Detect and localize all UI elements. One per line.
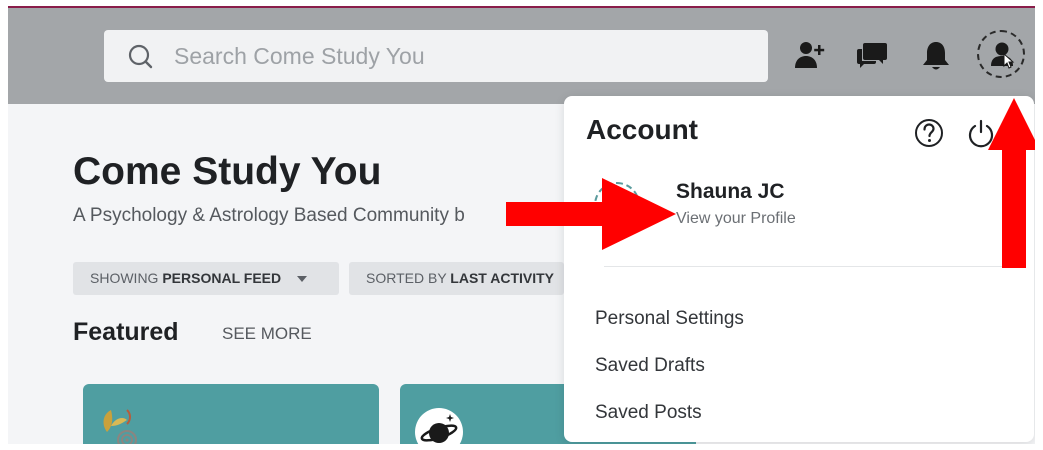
bell-icon[interactable] [918,38,954,74]
planet-icon [415,408,463,444]
menu-item-saved-posts[interactable]: Saved Posts [595,402,702,424]
app-window: Search Come Study You Come Study You A P… [8,6,1035,444]
feed-filter-prefix: SHOWING [90,270,159,286]
see-more-link[interactable]: SEE MORE [222,324,312,344]
featured-heading: Featured [73,318,179,346]
chat-icon[interactable] [854,38,890,74]
feed-filter-value: PERSONAL FEED [162,270,282,286]
leaf-spiral-logo-icon [103,409,137,444]
community-title: Come Study You [73,150,382,193]
menu-divider [604,266,1014,267]
account-menu-title: Account [586,114,698,145]
help-icon[interactable] [914,118,944,148]
annotation-arrow-right-icon [506,178,676,250]
search-bar[interactable]: Search Come Study You [104,30,768,82]
search-icon [128,44,153,69]
view-profile-link[interactable]: View your Profile [676,210,796,228]
feed-filter-dropdown[interactable]: SHOWING PERSONAL FEED [73,262,339,295]
featured-card[interactable] [83,384,379,444]
profile-name[interactable]: Shauna JC [676,180,785,204]
account-dropdown-menu: Account Shauna JC View your Profile Pers… [564,96,1034,442]
sort-value: LAST ACTIVITY [450,270,554,286]
sort-prefix: SORTED BY [366,270,447,286]
sort-dropdown[interactable]: SORTED BY LAST ACTIVITY [349,262,564,295]
menu-item-saved-drafts[interactable]: Saved Drafts [595,355,705,377]
user-avatar-icon [991,42,1015,69]
user-avatar-button[interactable] [977,30,1025,78]
annotation-arrow-up-icon [988,98,1035,268]
chevron-down-icon [297,276,307,283]
top-bar: Search Come Study You [8,8,1035,104]
add-user-icon[interactable] [792,38,828,74]
community-tagline: A Psychology & Astrology Based Community… [73,205,465,226]
menu-item-personal-settings[interactable]: Personal Settings [595,308,744,330]
search-placeholder[interactable]: Search Come Study You [174,43,425,70]
